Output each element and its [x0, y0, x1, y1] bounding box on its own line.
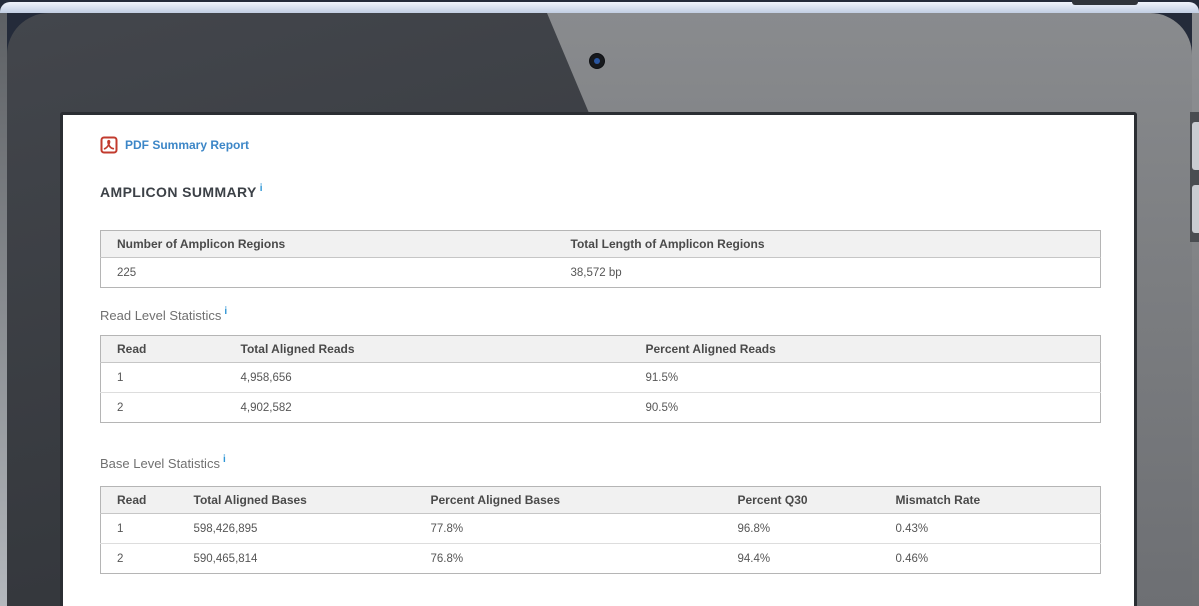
table-row: 225 38,572 bp [101, 258, 1101, 288]
column-header: Percent Aligned Reads [630, 336, 1101, 363]
info-icon[interactable]: i [260, 183, 263, 194]
table-cell: 1 [101, 514, 178, 544]
front-camera-icon [590, 54, 604, 68]
table-cell: 91.5% [630, 363, 1101, 393]
tablet-right-edge [1192, 13, 1199, 606]
table-cell: 96.8% [722, 514, 880, 544]
column-header: Number of Amplicon Regions [101, 231, 555, 258]
table-cell: 90.5% [630, 393, 1101, 423]
table-cell: 590,465,814 [178, 544, 415, 574]
volume-up-button [1192, 122, 1199, 170]
table-cell: 0.43% [880, 514, 1101, 544]
table-cell: 94.4% [722, 544, 880, 574]
column-header: Total Length of Amplicon Regions [555, 231, 1101, 258]
column-header: Total Aligned Bases [178, 487, 415, 514]
table-cell: 77.8% [415, 514, 722, 544]
pdf-link-label: PDF Summary Report [125, 138, 249, 152]
column-header: Read [101, 487, 178, 514]
info-icon[interactable]: i [223, 454, 226, 465]
power-button [1072, 0, 1138, 5]
table-cell: 4,902,582 [225, 393, 630, 423]
camera-lens [594, 58, 600, 64]
table-cell: 2 [101, 393, 225, 423]
table-cell: 76.8% [415, 544, 722, 574]
table-cell: 225 [101, 258, 555, 288]
volume-down-button [1192, 185, 1199, 233]
tablet-top-edge [0, 2, 1199, 13]
page-title: AMPLICON SUMMARYi [100, 185, 1100, 200]
column-header: Percent Aligned Bases [415, 487, 722, 514]
amplicon-summary-table: Number of Amplicon Regions Total Length … [100, 230, 1101, 288]
column-header: Mismatch Rate [880, 487, 1101, 514]
table-row: 1 4,958,656 91.5% [101, 363, 1101, 393]
table-row: 1 598,426,895 77.8% 96.8% 0.43% [101, 514, 1101, 544]
table-cell: 38,572 bp [555, 258, 1101, 288]
tablet-left-edge [0, 13, 7, 606]
column-header: Total Aligned Reads [225, 336, 630, 363]
section-label-read-level: Read Level Statisticsi [100, 308, 1100, 323]
table-cell: 2 [101, 544, 178, 574]
section-label-base-level: Base Level Statisticsi [100, 456, 1100, 471]
tablet-mockup: PDF Summary Report AMPLICON SUMMARYi Num… [0, 0, 1199, 606]
table-cell: 1 [101, 363, 225, 393]
pdf-icon [100, 136, 118, 154]
info-icon[interactable]: i [224, 306, 227, 317]
table-cell: 4,958,656 [225, 363, 630, 393]
amplicon-report-page: PDF Summary Report AMPLICON SUMMARYi Num… [63, 115, 1134, 574]
read-level-statistics-table: Read Total Aligned Reads Percent Aligned… [100, 335, 1101, 423]
tablet-screen: PDF Summary Report AMPLICON SUMMARYi Num… [60, 112, 1137, 606]
column-header: Read [101, 336, 225, 363]
table-row: 2 590,465,814 76.8% 94.4% 0.46% [101, 544, 1101, 574]
column-header: Percent Q30 [722, 487, 880, 514]
table-cell: 598,426,895 [178, 514, 415, 544]
table-row: 2 4,902,582 90.5% [101, 393, 1101, 423]
base-level-statistics-table: Read Total Aligned Bases Percent Aligned… [100, 486, 1101, 574]
pdf-summary-report-link[interactable]: PDF Summary Report [100, 136, 249, 154]
table-cell: 0.46% [880, 544, 1101, 574]
